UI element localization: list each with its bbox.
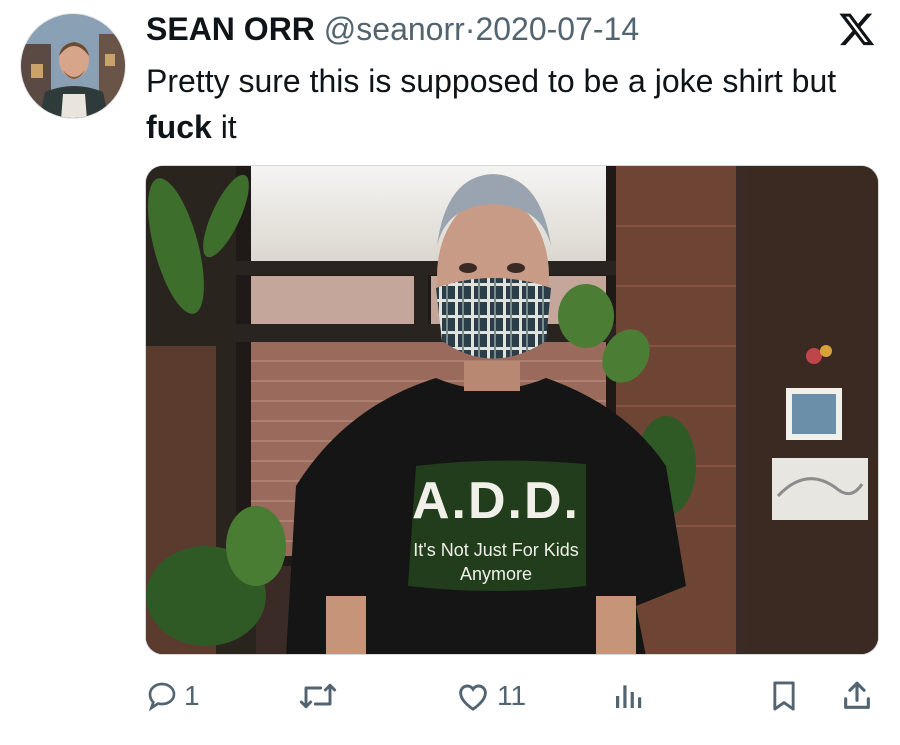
shirt-graphic: A.D.D. It's Not Just For Kids Anymore <box>408 460 586 591</box>
shirt-text-3: Anymore <box>460 564 532 584</box>
retweet-icon <box>298 680 338 712</box>
views-button[interactable] <box>612 673 644 719</box>
tweet-photo[interactable]: A.D.D. It's Not Just For Kids Anymore <box>145 165 879 655</box>
author-name[interactable]: SEAN ORR <box>146 11 315 47</box>
tweet-text-bold: fuck <box>146 109 212 145</box>
tweet-text: Pretty sure this is supposed to be a jok… <box>146 58 886 150</box>
reply-icon <box>146 680 178 712</box>
shirt-text-1: A.D.D. <box>412 472 580 530</box>
like-count: 11 <box>497 680 527 711</box>
tweet-text-end: it <box>211 109 237 145</box>
share-icon <box>840 679 874 713</box>
meta-separator: · <box>464 11 476 47</box>
author-handle[interactable]: @seanorr <box>324 11 465 47</box>
heart-icon <box>455 680 491 712</box>
tweet-actions: 1 11 <box>0 673 900 719</box>
bookmark-icon <box>768 679 800 713</box>
tweet-text-part: Pretty sure this is supposed to be a jok… <box>146 63 837 99</box>
tweet-date[interactable]: 2020-07-14 <box>475 11 639 47</box>
share-button[interactable] <box>840 673 874 719</box>
like-button[interactable]: 11 <box>455 673 526 719</box>
shirt-text-2: It's Not Just For Kids <box>413 540 578 560</box>
views-icon <box>612 680 644 712</box>
tweet-header: SEAN ORR @seanorr·2020-07-14 <box>146 10 639 48</box>
reply-button[interactable]: 1 <box>146 673 200 719</box>
avatar[interactable] <box>20 13 126 119</box>
bookmark-button[interactable] <box>768 673 800 719</box>
x-logo-icon <box>838 10 876 48</box>
retweet-button[interactable] <box>298 673 344 719</box>
reply-count: 1 <box>184 680 200 711</box>
